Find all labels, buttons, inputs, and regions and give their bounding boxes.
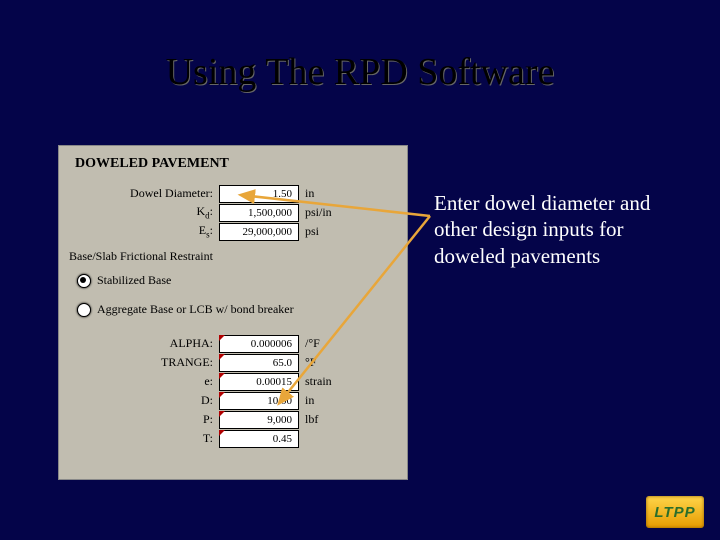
input-p[interactable]: 9,000 xyxy=(219,411,299,429)
unit-kd: psi/in xyxy=(299,205,332,220)
slide-title: Using The RPD Software xyxy=(0,50,720,94)
row-p: P: 9,000 lbf xyxy=(59,410,407,429)
label-es: Es: xyxy=(59,223,219,239)
friction-section-label: Base/Slab Frictional Restraint xyxy=(59,241,407,270)
annotation-text: Enter dowel diameter and other design in… xyxy=(434,190,694,269)
unit-dowel-diameter: in xyxy=(299,186,314,201)
unit-e: strain xyxy=(299,374,332,389)
radio-icon xyxy=(77,274,91,288)
input-dowel-diameter[interactable]: 1.50 xyxy=(219,185,299,203)
row-e: e: 0.00015 strain xyxy=(59,372,407,391)
label-dowel-diameter: Dowel Diameter: xyxy=(59,186,219,201)
label-p: P: xyxy=(59,412,219,427)
label-kd: Kd: xyxy=(59,204,219,220)
unit-d: in xyxy=(299,393,314,408)
label-t: T: xyxy=(59,431,219,446)
row-es: Es: 29,000,000 psi xyxy=(59,222,407,241)
unit-p: lbf xyxy=(299,412,318,427)
radio-stabilized-base[interactable]: Stabilized Base xyxy=(59,270,407,291)
row-dowel-diameter: Dowel Diameter: 1.50 in xyxy=(59,184,407,203)
input-d[interactable]: 10.00 xyxy=(219,392,299,410)
radio-label: Stabilized Base xyxy=(97,273,171,288)
unit-alpha: /°F xyxy=(299,336,320,351)
input-alpha[interactable]: 0.000006 xyxy=(219,335,299,353)
unit-trange: °F xyxy=(299,355,316,370)
ltpp-logo: LTPP xyxy=(646,496,704,528)
label-d: D: xyxy=(59,393,219,408)
panel-header: DOWELED PAVEMENT xyxy=(59,146,407,178)
label-trange: TRANGE: xyxy=(59,355,219,370)
unit-es: psi xyxy=(299,224,319,239)
radio-icon xyxy=(77,303,91,317)
input-t[interactable]: 0.45 xyxy=(219,430,299,448)
label-alpha: ALPHA: xyxy=(59,336,219,351)
row-trange: TRANGE: 65.0 °F xyxy=(59,353,407,372)
radio-aggregate-base[interactable]: Aggregate Base or LCB w/ bond breaker xyxy=(59,299,407,320)
doweled-pavement-panel: DOWELED PAVEMENT Dowel Diameter: 1.50 in… xyxy=(58,145,408,480)
row-t: T: 0.45 xyxy=(59,429,407,448)
input-e[interactable]: 0.00015 xyxy=(219,373,299,391)
input-es[interactable]: 29,000,000 xyxy=(219,223,299,241)
row-alpha: ALPHA: 0.000006 /°F xyxy=(59,334,407,353)
label-e: e: xyxy=(59,374,219,389)
row-kd: Kd: 1,500,000 psi/in xyxy=(59,203,407,222)
input-trange[interactable]: 65.0 xyxy=(219,354,299,372)
row-d: D: 10.00 in xyxy=(59,391,407,410)
input-kd[interactable]: 1,500,000 xyxy=(219,204,299,222)
radio-label: Aggregate Base or LCB w/ bond breaker xyxy=(97,302,294,317)
